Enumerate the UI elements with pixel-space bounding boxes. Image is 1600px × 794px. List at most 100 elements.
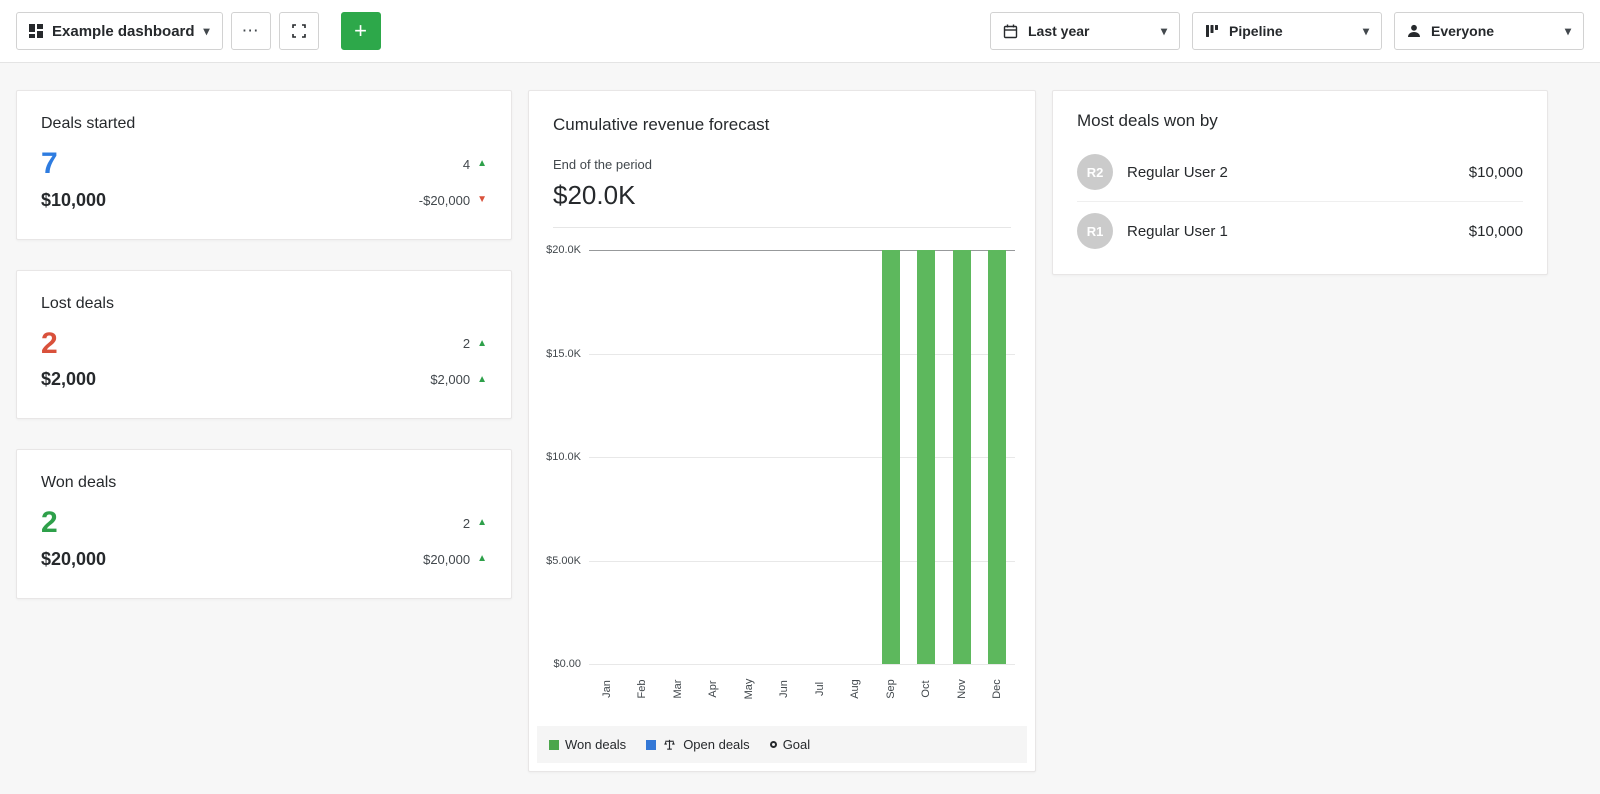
x-tick-label: Dec [980,668,1016,710]
trend-icon [477,339,487,349]
x-tick-label: Mar [660,668,696,710]
x-tick-label: Jun [767,668,803,710]
period-filter[interactable]: Last year ▾ [990,12,1180,50]
bar-column [909,250,945,664]
legend-item-open-deals[interactable]: Open deals [646,737,750,752]
legend-label: Goal [783,737,810,752]
legend-label: Open deals [683,737,750,752]
x-tick-label: Jul [802,668,838,710]
period-filter-label: Last year [1028,23,1089,39]
amount-value: $20,000 [41,549,106,570]
stat-column: Deals started 7 4 $10,000 -$20,000 Lost … [16,90,512,599]
owner-filter-left: Everyone [1407,23,1494,39]
avatar: R2 [1077,154,1113,190]
count-value: 7 [41,147,58,182]
bar-column [589,250,625,664]
count-row: 2 2 [41,506,487,541]
fullscreen-button[interactable] [279,12,319,50]
won-deals-card[interactable]: Won deals 2 2 $20,000 $20,000 [16,449,512,599]
bar-column [767,250,803,664]
chart-header: Cumulative revenue forecast End of the p… [529,91,1035,228]
chart-legend: Won deals Open deals Goal [537,726,1027,763]
won-deals-bar[interactable] [882,250,900,664]
x-tick-label: Feb [625,668,661,710]
count-delta-value: 4 [463,157,470,172]
x-tick-label: Jan [589,668,625,710]
count-delta: 4 [463,157,487,172]
dashboard-selector-label: Example dashboard [52,23,195,40]
won-amount: $10,000 [1469,223,1523,240]
card-title: Deals started [41,115,487,133]
chart-title: Cumulative revenue forecast [553,115,1011,135]
divider [553,227,1011,228]
won-deals-marker [549,740,559,750]
won-deals-bar[interactable] [988,250,1006,664]
x-tick-label: Sep [873,668,909,710]
deals-started-card[interactable]: Deals started 7 4 $10,000 -$20,000 [16,90,512,240]
x-tick-label: Apr [696,668,732,710]
expand-icon [292,24,306,38]
bar-column [802,250,838,664]
lost-deals-card[interactable]: Lost deals 2 2 $2,000 $2,000 [16,270,512,420]
owner-filter[interactable]: Everyone ▾ [1394,12,1584,50]
pipeline-filter[interactable]: Pipeline ▾ [1192,12,1382,50]
x-tick-label: Oct [909,668,945,710]
bars-row [589,250,1015,664]
chevron-down-icon: ▾ [204,24,210,38]
trend-icon [477,159,487,169]
chart-area: $20.0K$15.0K$10.0K$5.00K$0.00 [539,250,1015,664]
most-deals-won-card[interactable]: Most deals won by R2 Regular User 2 $10,… [1052,90,1548,275]
amount-row: $2,000 $2,000 [41,369,487,390]
pipeline-filter-label: Pipeline [1229,23,1283,39]
topbar-left: Example dashboard ▾ ⋯ + [16,12,381,50]
amount-delta-value: $20,000 [423,552,470,567]
trend-icon [477,375,487,385]
y-tick-label: $20.0K [546,244,581,256]
add-report-button[interactable]: + [341,12,381,50]
count-row: 7 4 [41,147,487,182]
x-tick-label: May [731,668,767,710]
card-title: Most deals won by [1077,111,1523,131]
weighted-scales-icon [663,738,676,751]
bar-column [625,250,661,664]
count-value: 2 [41,327,58,362]
bar-column [838,250,874,664]
forecast-card[interactable]: Cumulative revenue forecast End of the p… [528,90,1036,772]
won-deals-bar[interactable] [917,250,935,664]
bar-column [660,250,696,664]
trend-icon [477,195,487,205]
legend-item-goal[interactable]: Goal [770,737,810,752]
dashboard-selector[interactable]: Example dashboard ▾ [16,12,223,50]
period-filter-left: Last year [1003,23,1089,39]
amount-row: $20,000 $20,000 [41,549,487,570]
card-title: Won deals [41,474,487,492]
won-amount: $10,000 [1469,164,1523,181]
amount-value: $2,000 [41,369,96,390]
leaderboard-row[interactable]: R1 Regular User 1 $10,000 [1077,201,1523,260]
amount-delta: -$20,000 [419,193,487,208]
amount-delta: $20,000 [423,552,487,567]
user-name: Regular User 2 [1127,164,1455,181]
topbar: Example dashboard ▾ ⋯ + [0,0,1600,63]
y-tick-label: $10.0K [546,451,581,463]
legend-item-won-deals[interactable]: Won deals [549,737,626,752]
more-options-button[interactable]: ⋯ [231,12,271,50]
pipeline-icon [1205,24,1219,38]
won-deals-bar[interactable] [953,250,971,664]
x-axis: JanFebMarAprMayJunJulAugSepOctNovDec [589,668,1015,710]
chevron-down-icon: ▾ [1363,24,1369,38]
chevron-down-icon: ▾ [1161,24,1167,38]
bar-column [696,250,732,664]
count-delta-value: 2 [463,516,470,531]
leaderboard-row[interactable]: R2 Regular User 2 $10,000 [1077,143,1523,201]
trend-icon [477,554,487,564]
x-tick-label: Nov [944,668,980,710]
pipeline-filter-left: Pipeline [1205,23,1283,39]
goal-marker-ring [770,741,777,748]
count-value: 2 [41,506,58,541]
count-row: 2 2 [41,327,487,362]
avatar: R1 [1077,213,1113,249]
card-title: Lost deals [41,295,487,313]
bar-column [944,250,980,664]
count-delta-value: 2 [463,336,470,351]
